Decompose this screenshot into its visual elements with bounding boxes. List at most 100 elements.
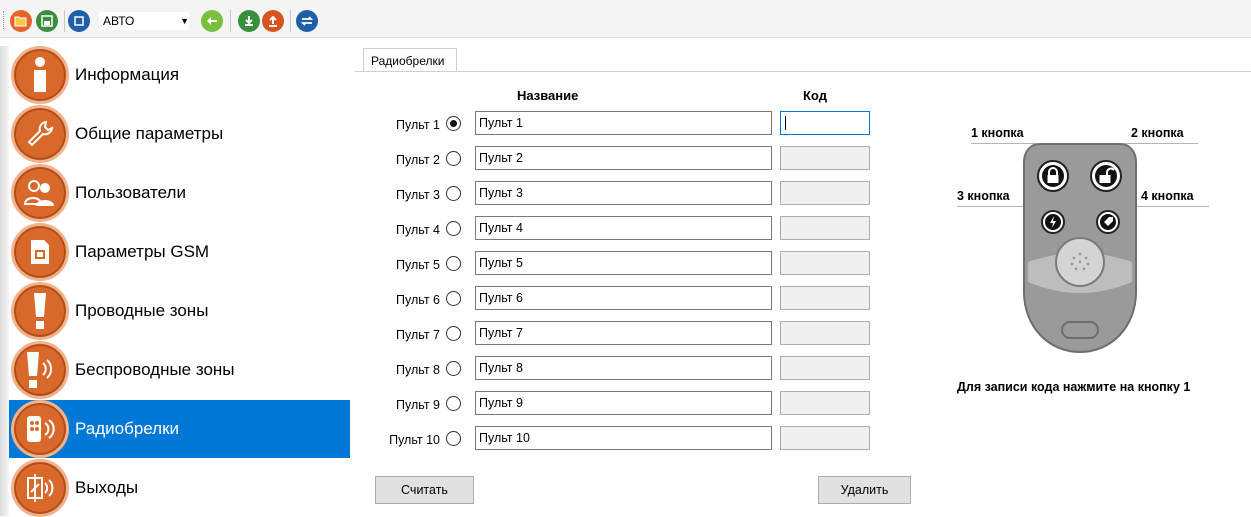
mode-value: АВТО: [103, 14, 135, 28]
save-icon: [41, 15, 53, 27]
keyfob-code-field[interactable]: [780, 321, 870, 345]
device-icon: [74, 16, 84, 26]
alert-icon: [11, 282, 69, 340]
delete-button[interactable]: Удалить: [818, 476, 911, 504]
fob-aux-button[interactable]: [1096, 210, 1120, 234]
sidebar-item-general[interactable]: Общие параметры: [9, 105, 350, 163]
open-icon: [14, 16, 27, 27]
fob-unlock-button[interactable]: [1090, 160, 1122, 192]
toolbar-separator: [64, 10, 65, 32]
keyfob-name-field[interactable]: Пульт 6: [475, 286, 772, 310]
keyfob-name-field[interactable]: Пульт 9: [475, 391, 772, 415]
keyfob-radio[interactable]: [446, 291, 461, 306]
relay-icon: [11, 459, 69, 517]
sidebar-item-label: Пользователи: [75, 183, 186, 202]
row-label: Пульт 4: [396, 223, 440, 237]
sync-button[interactable]: [201, 10, 223, 32]
sidebar-item-label: Проводные зоны: [75, 301, 209, 320]
upload-icon: [269, 15, 277, 27]
download-button[interactable]: [238, 10, 260, 32]
row-label: Пульт 8: [396, 363, 440, 377]
device-button[interactable]: [68, 10, 90, 32]
upload-button[interactable]: [262, 10, 284, 32]
keyfob-radio[interactable]: [446, 256, 461, 271]
sidebar-item-label: Параметры GSM: [75, 242, 210, 261]
fob-lock-button[interactable]: [1037, 160, 1069, 192]
read-button[interactable]: Считать: [375, 476, 474, 504]
keyfob-code-field[interactable]: [780, 391, 870, 415]
toolbar: АВТО ▼: [0, 0, 1251, 38]
sidebar-item-label: Беспроводные зоны: [75, 360, 235, 379]
row-label: Пульт 10: [389, 433, 440, 447]
keyfob-code-field[interactable]: [780, 286, 870, 310]
keyfob-name-field[interactable]: Пульт 1: [475, 111, 772, 135]
mode-select[interactable]: АВТО ▼: [99, 12, 189, 30]
keyfob-radio[interactable]: [446, 221, 461, 236]
sidebar-item-outputs[interactable]: Выходы: [9, 459, 350, 517]
fob-button-4-label: 4 кнопка: [1141, 189, 1194, 203]
row-label: Пульт 6: [396, 293, 440, 307]
fob-button-3-label: 3 кнопка: [957, 189, 1010, 203]
download-icon: [245, 16, 253, 26]
fob-panic-button[interactable]: [1041, 210, 1065, 234]
row-label: Пульт 3: [396, 188, 440, 202]
refresh-button[interactable]: [296, 10, 318, 32]
open-button[interactable]: [10, 10, 32, 32]
sidebar-item-wired-zones[interactable]: Проводные зоны: [9, 282, 350, 340]
keyfob-code-field[interactable]: [780, 356, 870, 380]
column-header-name: Название: [517, 88, 579, 103]
keyfob-code-field[interactable]: [780, 181, 870, 205]
keyfob-code-field[interactable]: [780, 216, 870, 240]
wireless-alert-icon: [11, 341, 69, 399]
row-label: Пульт 5: [396, 258, 440, 272]
sidebar-item-label: Выходы: [75, 478, 139, 497]
keyfob-radio[interactable]: [446, 151, 461, 166]
keyfob-radio[interactable]: [446, 361, 461, 376]
row-label: Пульт 7: [396, 328, 440, 342]
toolbar-separator: [290, 10, 291, 32]
toolbar-grip[interactable]: [3, 11, 5, 29]
keyfob-radio[interactable]: [446, 431, 461, 446]
keyfob-name-field[interactable]: Пульт 10: [475, 426, 772, 450]
fob-button-2-label: 2 кнопка: [1131, 126, 1184, 140]
keyfob-radio[interactable]: [446, 326, 461, 341]
keyfob-icon: [11, 400, 69, 458]
fob-button-1-label: 1 кнопка: [971, 126, 1024, 140]
sidebar-item-keyfobs[interactable]: Радиобрелки: [9, 400, 350, 458]
sidebar-item-label: Общие параметры: [75, 124, 224, 143]
sidebar-item-label: Информация: [75, 65, 180, 84]
keyfob-radio[interactable]: [446, 116, 461, 131]
keyfob-code-field[interactable]: [780, 426, 870, 450]
keyfob-name-field[interactable]: Пульт 4: [475, 216, 772, 240]
sync-icon: [207, 17, 217, 25]
sidebar-item-information[interactable]: Информация: [9, 46, 350, 104]
sidebar-item-wireless-zones[interactable]: Беспроводные зоны: [9, 341, 350, 399]
tab-keyfobs[interactable]: Радиобрелки: [363, 48, 457, 72]
row-label: Пульт 9: [396, 398, 440, 412]
info-icon: [11, 46, 69, 104]
sim-icon: [11, 223, 69, 281]
keyfob-code-field[interactable]: [780, 251, 870, 275]
keyfob-name-field[interactable]: Пульт 2: [475, 146, 772, 170]
column-header-code: Код: [803, 88, 827, 103]
keyfob-code-field[interactable]: [780, 111, 870, 135]
sidebar-item-users[interactable]: Пользователи: [9, 164, 350, 222]
keyfob-name-field[interactable]: Пульт 3: [475, 181, 772, 205]
chevron-down-icon: ▼: [180, 16, 189, 26]
keyfob-radio[interactable]: [446, 396, 461, 411]
save-button[interactable]: [36, 10, 58, 32]
fob-leader-line: [1130, 206, 1209, 207]
row-label: Пульт 2: [396, 153, 440, 167]
keyfob-radio[interactable]: [446, 186, 461, 201]
keyfob-name-field[interactable]: Пульт 7: [475, 321, 772, 345]
refresh-icon: [300, 16, 314, 26]
row-label: Пульт 1: [396, 118, 440, 132]
keyfob-name-field[interactable]: Пульт 5: [475, 251, 772, 275]
keyfob-code-field[interactable]: [780, 146, 870, 170]
fob-leader-line: [957, 206, 1027, 207]
users-icon: [11, 164, 69, 222]
wrench-icon: [11, 105, 69, 163]
keyfob-name-field[interactable]: Пульт 8: [475, 356, 772, 380]
toolbar-separator: [230, 10, 231, 32]
sidebar-item-gsm[interactable]: Параметры GSM: [9, 223, 350, 281]
